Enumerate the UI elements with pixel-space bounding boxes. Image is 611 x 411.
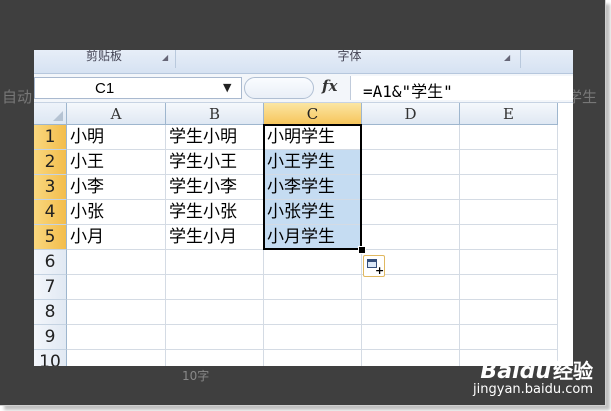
cell-c1[interactable]: 小明学生 — [264, 125, 362, 150]
ribbon-bottom-strip: 剪贴板 ◢ 字体 ◢ — [34, 50, 573, 74]
excel-window: 剪贴板 ◢ 字体 ◢ C1 ▼ fx =A1&"学生" A B C D E 1 小明 学生小明… — [34, 50, 573, 366]
cell-c10[interactable] — [264, 350, 362, 366]
cell-c5[interactable]: 小月学生 — [264, 225, 362, 250]
cell-e4[interactable] — [460, 200, 558, 225]
formula-bar: C1 ▼ fx =A1&"学生" — [34, 74, 573, 103]
cell-c2[interactable]: 小王学生 — [264, 150, 362, 175]
cell-e2[interactable] — [460, 150, 558, 175]
ribbon-separator — [175, 50, 176, 68]
row-header-9[interactable]: 9 — [34, 325, 67, 350]
cell-b3[interactable]: 学生小李 — [166, 175, 264, 200]
row-header-7[interactable]: 7 — [34, 275, 67, 300]
screenshot-frame: 自动 学生 10字 剪贴板 ◢ 字体 ◢ C1 ▼ fx =A1&"学生" AB… — [0, 0, 606, 406]
fill-handle[interactable] — [358, 246, 366, 254]
column-header-d[interactable]: D — [362, 103, 460, 125]
cell-a6[interactable] — [67, 250, 166, 275]
baidu-jingyan-watermark: Baidu 经验 jingyan.baidu.com — [473, 355, 593, 397]
select-all-icon[interactable] — [34, 103, 67, 125]
ribbon-group-clipboard[interactable]: 剪贴板 — [34, 50, 174, 64]
cell-a8[interactable] — [67, 300, 166, 325]
formula-text: =A1&"学生" — [363, 82, 453, 101]
cell-e7[interactable] — [460, 275, 558, 300]
cell-c6[interactable] — [264, 250, 362, 275]
cell-d10[interactable] — [362, 350, 460, 366]
cell-b2[interactable]: 学生小王 — [166, 150, 264, 175]
cell-e8[interactable] — [460, 300, 558, 325]
cell-e1[interactable] — [460, 125, 558, 150]
column-header-b[interactable]: B — [166, 103, 264, 125]
name-box[interactable]: C1 ▼ — [34, 77, 242, 99]
dialog-launcher-icon[interactable]: ◢ — [162, 53, 168, 62]
cell-a7[interactable] — [67, 275, 166, 300]
cell-e5[interactable] — [460, 225, 558, 250]
row-header-6[interactable]: 6 — [34, 250, 67, 275]
cell-b7[interactable] — [166, 275, 264, 300]
fx-icon[interactable]: fx — [322, 77, 337, 95]
cell-b4[interactable]: 学生小张 — [166, 200, 264, 225]
cell-c3[interactable]: 小李学生 — [264, 175, 362, 200]
cell-d1[interactable] — [362, 125, 460, 150]
cell-d3[interactable] — [362, 175, 460, 200]
row-header-8[interactable]: 8 — [34, 300, 67, 325]
cell-d2[interactable] — [362, 150, 460, 175]
cell-a4[interactable]: 小张 — [67, 200, 166, 225]
cell-d9[interactable] — [362, 325, 460, 350]
cell-d5[interactable] — [362, 225, 460, 250]
cell-c8[interactable] — [264, 300, 362, 325]
cell-b1[interactable]: 学生小明 — [166, 125, 264, 150]
row-header-2[interactable]: 2 — [34, 150, 67, 175]
cell-e6[interactable] — [460, 250, 558, 275]
cell-d8[interactable] — [362, 300, 460, 325]
autofill-options-icon[interactable]: + — [363, 255, 385, 277]
background-text-left: 自动 — [2, 88, 33, 106]
row-header-10[interactable]: 10 — [34, 350, 67, 366]
cell-c9[interactable] — [264, 325, 362, 350]
background-text-bottom: 10字 — [182, 369, 210, 383]
cell-a1[interactable]: 小明 — [67, 125, 166, 150]
ribbon-separator — [520, 50, 521, 68]
formula-input[interactable]: =A1&"学生" — [350, 76, 573, 101]
name-box-value: C1 — [95, 80, 115, 97]
cell-b10[interactable] — [166, 350, 264, 366]
cell-b6[interactable] — [166, 250, 264, 275]
cell-e9[interactable] — [460, 325, 558, 350]
row-header-1[interactable]: 1 — [34, 125, 67, 150]
cell-b8[interactable] — [166, 300, 264, 325]
cell-a2[interactable]: 小王 — [67, 150, 166, 175]
row-header-4[interactable]: 4 — [34, 200, 67, 225]
cell-a10[interactable] — [67, 350, 166, 366]
ribbon-group-font[interactable]: 字体 — [177, 50, 522, 64]
cell-c7[interactable] — [264, 275, 362, 300]
column-header-a[interactable]: A — [67, 103, 166, 125]
watermark-url: jingyan.baidu.com — [473, 382, 593, 397]
row-header-5[interactable]: 5 — [34, 225, 67, 250]
cell-a9[interactable] — [67, 325, 166, 350]
cell-c4[interactable]: 小张学生 — [264, 200, 362, 225]
row-header-3[interactable]: 3 — [34, 175, 67, 200]
column-header-c[interactable]: C — [264, 103, 362, 125]
watermark-logo: Baidu 经验 — [480, 359, 593, 384]
column-header-e[interactable]: E — [460, 103, 558, 125]
cell-a3[interactable]: 小李 — [67, 175, 166, 200]
chevron-down-icon[interactable]: ▼ — [223, 81, 231, 94]
formula-bar-splitter[interactable] — [244, 77, 314, 99]
cell-d7[interactable] — [362, 275, 460, 300]
cell-a5[interactable]: 小月 — [67, 225, 166, 250]
cell-d4[interactable] — [362, 200, 460, 225]
cell-e3[interactable] — [460, 175, 558, 200]
cell-b5[interactable]: 学生小月 — [166, 225, 264, 250]
cell-b9[interactable] — [166, 325, 264, 350]
dialog-launcher-icon[interactable]: ◢ — [504, 53, 510, 62]
